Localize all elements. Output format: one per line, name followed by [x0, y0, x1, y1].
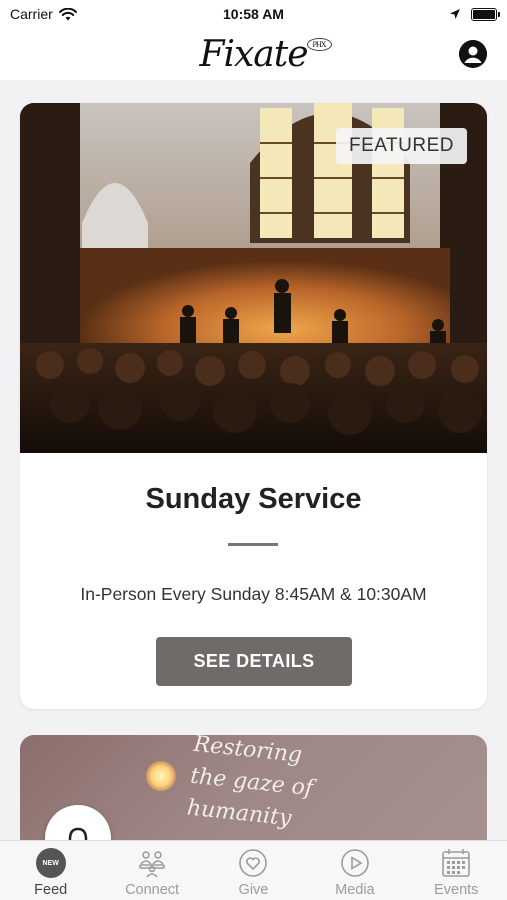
logo-text: Fixate: [199, 33, 308, 75]
featured-badge: FEATURED: [336, 128, 467, 164]
app-logo[interactable]: Fixate PHX: [199, 33, 332, 75]
people-icon: [136, 847, 168, 879]
calendar-icon: [440, 847, 472, 879]
tab-connect[interactable]: Connect: [102, 847, 203, 898]
tab-bar: NEW Feed Connect Give Media Events: [0, 840, 507, 900]
play-icon: [339, 847, 371, 879]
status-right: [449, 7, 500, 21]
new-badge-icon: NEW: [35, 847, 67, 879]
sun-glow: [146, 761, 176, 791]
tab-label: Events: [434, 882, 479, 898]
battery-fill: [473, 9, 495, 19]
app-header: Fixate PHX: [0, 28, 507, 80]
new-badge: NEW: [35, 848, 66, 878]
battery-icon: [471, 7, 500, 21]
card-subtitle: In-Person Every Sunday 8:45AM & 10:30AM: [80, 584, 427, 604]
wifi-icon: [58, 7, 77, 20]
card-title: Sunday Service: [145, 483, 362, 515]
feed[interactable]: FEATURED Sunday Service In-Person Every …: [0, 80, 507, 840]
status-bar: Carrier 10:58 AM: [0, 0, 507, 28]
tab-give[interactable]: Give: [203, 847, 304, 898]
featured-card-image: FEATURED: [20, 103, 487, 453]
tab-label: Connect: [125, 882, 180, 898]
logo-badge: PHX: [306, 37, 332, 51]
tab-label: Give: [238, 882, 269, 898]
tab-feed[interactable]: NEW Feed: [0, 847, 101, 898]
location-arrow-icon: [450, 9, 460, 19]
card-divider: [228, 543, 278, 546]
status-left: Carrier: [10, 6, 77, 22]
profile-button[interactable]: [459, 40, 487, 68]
tab-label: Feed: [34, 882, 68, 898]
tab-events[interactable]: Events: [406, 847, 507, 898]
chat-bubble-icon: [68, 827, 88, 840]
carrier-label: Carrier: [10, 6, 53, 22]
card2-script: Restoring the gaze of humanity: [185, 735, 318, 837]
tab-media[interactable]: Media: [304, 847, 405, 898]
heart-icon: [237, 847, 269, 879]
featured-card[interactable]: FEATURED Sunday Service In-Person Every …: [20, 103, 487, 709]
see-details-button[interactable]: SEE DETAILS: [156, 637, 352, 686]
profile-icon: [459, 40, 487, 68]
tab-label: Media: [335, 882, 375, 898]
